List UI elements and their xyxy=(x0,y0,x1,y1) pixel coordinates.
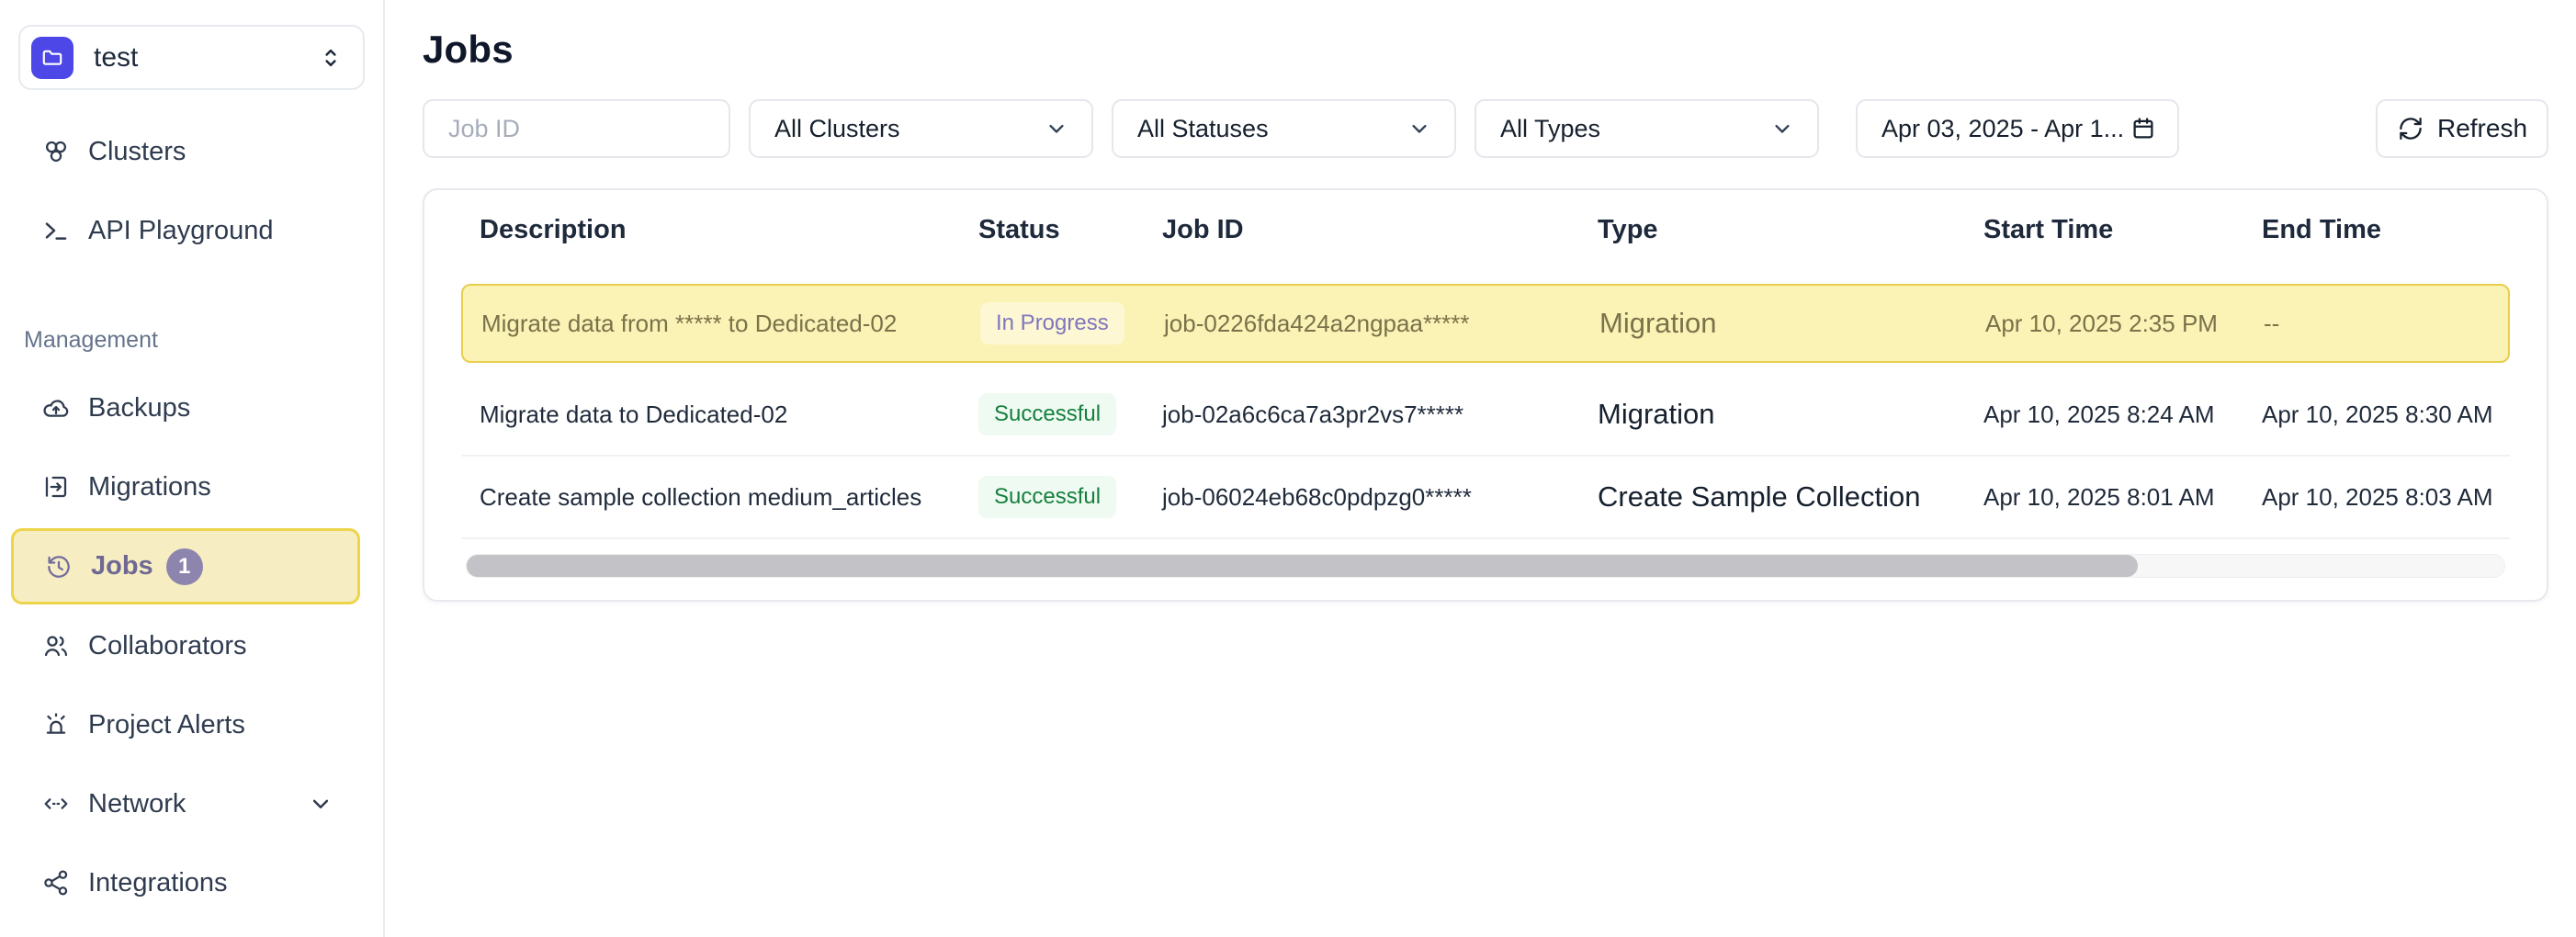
page-title: Jobs xyxy=(423,28,2548,72)
cell-job-id: job-0226fda424a2ngpaa***** xyxy=(1164,310,1599,338)
table-header-row: Description Status Job ID Type Start Tim… xyxy=(461,190,2510,269)
sidebar-nav: Clusters API Playground Management xyxy=(0,112,383,922)
cell-description: Migrate data from ***** to Dedicated-02 xyxy=(481,310,980,338)
cell-type: Migration xyxy=(1598,398,1983,431)
sidebar-item-collaborators[interactable]: Collaborators xyxy=(11,606,360,685)
cell-status: Successful xyxy=(978,476,1162,518)
column-header-description: Description xyxy=(480,215,978,245)
cell-description: Create sample collection medium_articles xyxy=(480,483,978,512)
refresh-button[interactable]: Refresh xyxy=(2376,99,2548,158)
chevron-down-icon xyxy=(1407,116,1432,141)
status-badge: Successful xyxy=(978,476,1116,518)
jobs-table-card: Description Status Job ID Type Start Tim… xyxy=(423,188,2548,602)
chevron-down-icon xyxy=(1044,116,1069,141)
sidebar-item-jobs[interactable]: Jobs 1 xyxy=(11,528,360,604)
column-header-job-id: Job ID xyxy=(1162,215,1598,245)
horizontal-scrollbar-track[interactable] xyxy=(466,554,2505,578)
sidebar-item-project-alerts[interactable]: Project Alerts xyxy=(11,685,360,764)
sidebar-item-migrations[interactable]: Migrations xyxy=(11,447,360,526)
cell-status: In Progress xyxy=(980,302,1164,344)
date-range-picker[interactable]: Apr 03, 2025 - Apr 1... xyxy=(1856,99,2179,158)
table-row[interactable]: Migrate data to Dedicated-02 Successful … xyxy=(461,374,2510,457)
table-row[interactable]: Create sample collection medium_articles… xyxy=(461,457,2510,539)
sidebar-item-label: Integrations xyxy=(88,868,228,898)
sidebar-item-integrations[interactable]: Integrations xyxy=(11,843,360,922)
chevron-down-icon xyxy=(307,790,334,818)
users-icon xyxy=(41,631,71,660)
jobs-count-badge: 1 xyxy=(166,548,203,585)
job-id-placeholder: Job ID xyxy=(448,115,520,143)
sidebar-item-label: Backups xyxy=(88,393,190,423)
clusters-filter-select[interactable]: All Clusters xyxy=(749,99,1093,158)
project-switcher-icon xyxy=(317,44,345,72)
sidebar-item-backups[interactable]: Backups xyxy=(11,368,360,447)
filters-bar: Job ID All Clusters All Statuses All Typ… xyxy=(423,99,2548,158)
cell-end-time: Apr 10, 2025 8:30 AM xyxy=(2262,401,2510,429)
clusters-icon xyxy=(41,137,71,166)
migration-box-icon xyxy=(41,472,71,502)
types-filter-value: All Types xyxy=(1500,115,1600,143)
refresh-label: Refresh xyxy=(2437,114,2527,143)
sidebar-item-network[interactable]: Network xyxy=(11,764,360,843)
alert-siren-icon xyxy=(41,710,71,739)
cell-job-id: job-02a6c6ca7a3pr2vs7***** xyxy=(1162,401,1598,429)
table-row[interactable]: Migrate data from ***** to Dedicated-02 … xyxy=(461,284,2510,363)
main-content: Jobs Job ID All Clusters All Statuses Al… xyxy=(385,0,2576,937)
types-filter-select[interactable]: All Types xyxy=(1474,99,1819,158)
network-arrows-icon xyxy=(41,789,71,818)
chevron-down-icon xyxy=(1769,116,1795,141)
column-header-end-time: End Time xyxy=(2262,215,2510,245)
cell-job-id: job-06024eb68c0pdpzg0***** xyxy=(1162,483,1598,512)
jobs-history-icon xyxy=(44,552,73,581)
sidebar-item-label: Migrations xyxy=(88,472,211,502)
project-folder-icon xyxy=(31,37,73,79)
sidebar-item-label: API Playground xyxy=(88,216,274,246)
cell-start-time: Apr 10, 2025 8:24 AM xyxy=(1983,401,2262,429)
share-nodes-icon xyxy=(41,868,71,897)
status-badge: In Progress xyxy=(980,302,1124,344)
sidebar-item-clusters[interactable]: Clusters xyxy=(11,112,360,191)
cell-description: Migrate data to Dedicated-02 xyxy=(480,401,978,429)
cell-type: Migration xyxy=(1599,307,1985,340)
app-window: test Clusters xyxy=(0,0,2576,937)
sidebar-item-label: Network xyxy=(88,789,186,819)
terminal-icon xyxy=(41,216,71,245)
project-selector[interactable]: test xyxy=(18,25,365,90)
sidebar-section-management: Management xyxy=(24,327,383,354)
status-badge: Successful xyxy=(978,393,1116,435)
job-id-input[interactable]: Job ID xyxy=(423,99,730,158)
statuses-filter-value: All Statuses xyxy=(1137,115,1269,143)
cell-type: Create Sample Collection xyxy=(1598,480,1983,514)
statuses-filter-select[interactable]: All Statuses xyxy=(1112,99,1456,158)
calendar-icon xyxy=(2130,115,2157,142)
cell-status: Successful xyxy=(978,393,1162,435)
column-header-start-time: Start Time xyxy=(1983,215,2262,245)
sidebar-item-label: Project Alerts xyxy=(88,710,245,740)
clusters-filter-value: All Clusters xyxy=(774,115,900,143)
cell-start-time: Apr 10, 2025 8:01 AM xyxy=(1983,483,2262,512)
cell-end-time: -- xyxy=(2264,310,2508,338)
column-header-type: Type xyxy=(1598,215,1983,245)
refresh-icon xyxy=(2397,115,2424,142)
date-range-value: Apr 03, 2025 - Apr 1... xyxy=(1881,115,2124,143)
cloud-upload-icon xyxy=(41,393,71,423)
horizontal-scrollbar-thumb[interactable] xyxy=(467,555,2138,577)
column-header-status: Status xyxy=(978,215,1162,245)
sidebar-item-label: Clusters xyxy=(88,137,186,167)
cell-start-time: Apr 10, 2025 2:35 PM xyxy=(1985,310,2264,338)
cell-end-time: Apr 10, 2025 8:03 AM xyxy=(2262,483,2510,512)
project-name: test xyxy=(94,42,317,73)
sidebar-item-api-playground[interactable]: API Playground xyxy=(11,191,360,270)
sidebar-item-label: Collaborators xyxy=(88,631,246,661)
sidebar: test Clusters xyxy=(0,0,385,937)
sidebar-item-label: Jobs xyxy=(91,551,153,581)
